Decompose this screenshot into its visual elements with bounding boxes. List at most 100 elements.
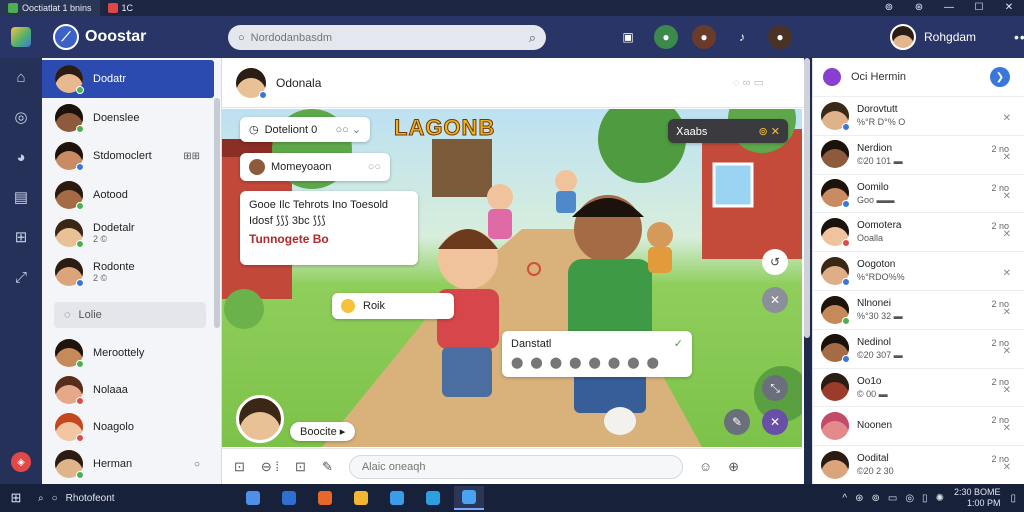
dismiss-icon[interactable]: ✕ (1003, 346, 1011, 357)
tray-icon[interactable]: ✺ (936, 493, 944, 504)
contact-item[interactable]: Meroottely (42, 334, 214, 372)
avatar-icon-1[interactable]: ● (654, 25, 678, 49)
dismiss-icon[interactable]: ✕ (762, 409, 788, 435)
bag-icon[interactable]: ▤ (10, 186, 32, 208)
dismiss-icon[interactable]: ✕ (1003, 152, 1011, 163)
emoji-reply-bubble[interactable]: Roik (332, 293, 454, 319)
minimize-button[interactable]: — (934, 0, 964, 16)
activity-item[interactable]: Oogoton %°RDO%% ✕ (813, 251, 1024, 289)
dismiss-icon[interactable]: ✕ (1003, 385, 1011, 396)
avatar-icon-2[interactable]: ● (692, 25, 716, 49)
shield-icon[interactable]: ◈ (11, 452, 31, 472)
paperclip-icon[interactable]: ⊡ (234, 459, 245, 475)
tray-icon[interactable]: ◎ (905, 493, 914, 504)
activity-item[interactable]: Nerdion ©20 101 ▬ 2 no ✕ (813, 134, 1024, 173)
user-message-bubble[interactable]: Momeyoaon ○○ (240, 153, 390, 181)
taskbar-app-icon[interactable] (418, 486, 448, 510)
contact-action-icon[interactable]: ○ (194, 459, 200, 470)
close-button[interactable]: ✕ (994, 0, 1024, 16)
maximize-button[interactable]: ☐ (964, 0, 994, 16)
reaction-icons[interactable]: ⬤ ⬤ ⬤ ⬤ ⬤ ⬤ ⬤ ⬤ (511, 356, 683, 369)
notification-icon[interactable]: ▯ (1010, 493, 1016, 504)
message-input[interactable] (348, 454, 683, 479)
activity-item[interactable]: Oodital ©20 2 30 2 no ✕ (813, 445, 1024, 483)
taskbar-app-icon[interactable] (346, 486, 376, 510)
dropdown-bubble[interactable]: ◷ Doteliont 0 ○○ ⌄ (240, 117, 370, 142)
tray-icon[interactable]: ⊛ (855, 493, 863, 504)
window-tab-secondary[interactable]: 1C (100, 0, 142, 16)
contact-item[interactable]: Stdomoclert ⊞⊞ (42, 137, 214, 175)
contact-item[interactable]: Rodonte 2 © (42, 253, 214, 291)
avatar-icon-3[interactable]: ● (768, 25, 792, 49)
settings-icon[interactable]: ⊛ (904, 0, 934, 16)
share-icon[interactable]: ⊚ (874, 0, 904, 16)
dismiss-icon[interactable]: ✕ (1003, 268, 1011, 279)
contact-item[interactable]: Doenslee (42, 99, 214, 137)
tray-icons[interactable]: ^ ⊛ ⊚ ▭ ◎ ▯ ✺ (842, 493, 944, 504)
tray-icon[interactable]: ▯ (922, 493, 928, 504)
more-options-icon[interactable]: ••• (1014, 29, 1024, 45)
home-icon[interactable]: ⌂ (10, 66, 32, 88)
user-menu[interactable]: Rohgdam ••• (890, 24, 1024, 50)
taskbar-app-icon[interactable] (454, 486, 484, 510)
hud-options[interactable]: ⊚ ✕ (759, 125, 781, 138)
badge-icon[interactable]: ▣ (616, 25, 640, 49)
contact-item[interactable]: Noagolo (42, 408, 214, 446)
dismiss-icon[interactable]: ✕ (1003, 462, 1011, 473)
bell-icon[interactable]: ♪ (730, 25, 754, 49)
contact-item[interactable]: Dodatr (42, 60, 214, 98)
activity-item[interactable]: Oomotera Ooalla 2 no ✕ (813, 212, 1024, 250)
search-icon[interactable]: ⌕ (529, 30, 536, 46)
send-icon[interactable]: ⊕ (728, 459, 739, 475)
emoji-icon[interactable]: ☺ (699, 459, 712, 474)
activity-item[interactable]: Noonen 2 no ✕ (813, 406, 1024, 444)
expand-icon[interactable]: ⤢ (10, 266, 32, 288)
activity-item[interactable]: Dorovtutt %°R D°% O ✕ (813, 96, 1024, 134)
window-tab-main[interactable]: Ooctiatlat 1 bnins (0, 0, 100, 16)
contact-section-divider[interactable]: ◌ Lolie (54, 302, 206, 328)
search-input[interactable] (250, 31, 529, 44)
open-panel-button[interactable]: ❯ (990, 67, 1010, 87)
compass-icon[interactable]: ◎ (10, 106, 32, 128)
share-game-icon[interactable]: ⤡ (762, 375, 788, 401)
chat-scrollbar[interactable] (804, 58, 810, 338)
gamepad-icon[interactable]: ⊞ (10, 226, 32, 248)
taskbar-app-icon[interactable] (238, 486, 268, 510)
clock[interactable]: 2:30 BOME 1:00 PM (954, 487, 1001, 509)
activity-item[interactable]: Oomilo Goo ▬▬ 2 no ✕ (813, 173, 1024, 212)
tray-icon[interactable]: ⊚ (871, 493, 879, 504)
contact-item[interactable]: Aotood (42, 176, 214, 214)
activity-item[interactable]: Oo1o © 00 ▬ 2 no ✕ (813, 367, 1024, 406)
tray-icon[interactable]: ^ (842, 493, 847, 504)
partner-avatar[interactable] (236, 67, 267, 99)
dismiss-icon[interactable]: ✕ (1003, 113, 1011, 124)
search-bar[interactable]: ○ ⌕ (228, 25, 546, 50)
dismiss-icon[interactable]: ✕ (1003, 423, 1011, 434)
sticker-icon[interactable]: ⊡ (295, 459, 306, 475)
game-hud[interactable]: Ⅹaabs ⊚ ✕ (668, 119, 788, 143)
contact-item[interactable]: Herman ○ (42, 445, 214, 483)
taskbar-app-icon[interactable] (310, 486, 340, 510)
people-icon[interactable]: ◕ (10, 146, 32, 168)
tray-icon[interactable]: ▭ (888, 493, 897, 504)
dismiss-icon[interactable]: ✕ (1003, 229, 1011, 240)
chat-header-options[interactable]: ◌ ∞ ▭ (733, 76, 764, 89)
app-cube-icon[interactable] (11, 27, 31, 47)
activity-item[interactable]: Nedinol ©20 307 ▬ 2 no ✕ (813, 328, 1024, 367)
contact-item[interactable]: Dodetalr 2 © (42, 214, 214, 252)
dismiss-icon[interactable]: ✕ (1003, 307, 1011, 318)
game-scene[interactable]: LAGONB ◷ Doteliont 0 ○○ ⌄ Momeyoaon ○○ G… (222, 109, 802, 447)
player-card[interactable]: Boocite ▸ (236, 395, 356, 443)
taskbar-search[interactable]: ⌕ ○ Rhotofeont (32, 493, 192, 504)
main-message-bubble[interactable]: Gooe Ilc Tehrots Ino Toesold Idosf ⟆⟆⟆ 3… (240, 191, 418, 265)
close-overlay-icon[interactable]: ✕ (762, 287, 788, 313)
dismiss-icon[interactable]: ✕ (1003, 191, 1011, 202)
taskbar-app-icon[interactable] (274, 486, 304, 510)
contact-scrollbar[interactable] (214, 98, 220, 328)
edit-icon[interactable]: ✎ (724, 409, 750, 435)
app-logo-icon[interactable]: ⟋ (53, 24, 79, 50)
brush-icon[interactable]: ✎ (322, 459, 333, 475)
taskbar-app-icon[interactable] (382, 486, 412, 510)
reaction-bubble[interactable]: Danstatl ✓ ⬤ ⬤ ⬤ ⬤ ⬤ ⬤ ⬤ ⬤ (502, 331, 692, 377)
contact-action-icon[interactable]: ⊞⊞ (183, 151, 200, 162)
